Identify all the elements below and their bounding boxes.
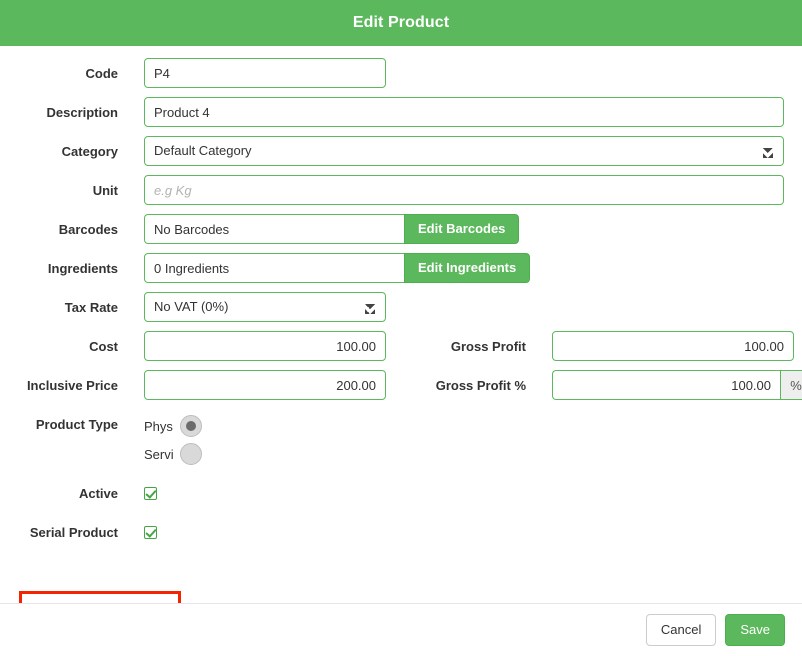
cost-input[interactable]	[144, 331, 386, 361]
product-type-option-physical[interactable]: Phys	[144, 413, 264, 441]
radio-physical[interactable]	[180, 415, 202, 437]
form-row-category: Category Default Category	[0, 136, 802, 166]
unit-input[interactable]	[144, 175, 784, 205]
inclusive-price-label: Inclusive Price	[26, 378, 118, 393]
edit-barcodes-button[interactable]: Edit Barcodes	[404, 214, 520, 244]
category-select[interactable]: Default Category	[144, 136, 784, 166]
tax-rate-select[interactable]: No VAT (0%)	[144, 292, 386, 322]
active-checkbox[interactable]	[144, 487, 157, 500]
unit-label: Unit	[92, 183, 118, 198]
form-row-inclusive-price-gp-percent: Inclusive Price Gross Profit % %	[0, 370, 802, 400]
ingredients-input-group: Edit Ingredients	[144, 253, 531, 283]
form-row-cost-gross-profit: Cost Gross Profit	[0, 331, 802, 361]
cancel-button[interactable]: Cancel	[645, 614, 717, 646]
barcodes-label: Barcodes	[58, 222, 118, 237]
description-input[interactable]	[144, 97, 784, 127]
form-row-barcodes: Barcodes Edit Barcodes	[0, 214, 802, 244]
barcodes-input-group: Edit Barcodes	[144, 214, 520, 244]
category-label: Category	[61, 144, 118, 159]
tax-rate-label: Tax Rate	[64, 300, 118, 315]
barcodes-field-wrap: Edit Barcodes	[144, 214, 520, 244]
serial-product-label: Serial Product	[29, 525, 118, 540]
radio-service[interactable]	[180, 443, 202, 465]
description-field-wrap	[144, 97, 784, 127]
unit-field-wrap	[144, 175, 784, 205]
ingredients-label: Ingredients	[47, 261, 118, 276]
form-row-description: Description	[0, 97, 802, 127]
product-type-physical-label: Phys	[144, 419, 173, 434]
cost-field-wrap	[144, 331, 386, 361]
form-row-active: Active	[0, 478, 802, 501]
product-type-radio-group: Phys Servi	[144, 409, 264, 469]
page-title: Edit Product	[352, 14, 450, 31]
gross-profit-label: Gross Profit	[450, 339, 526, 354]
product-type-label: Product Type	[35, 417, 118, 432]
product-type-option-service[interactable]: Servi	[144, 441, 264, 469]
ingredients-field-wrap: Edit Ingredients	[144, 253, 531, 283]
form-row-tax-rate: Tax Rate No VAT (0%)	[0, 292, 802, 322]
edit-ingredients-button[interactable]: Edit Ingredients	[404, 253, 531, 283]
code-label: Code	[85, 66, 119, 81]
inclusive-price-input[interactable]	[144, 370, 386, 400]
category-field-wrap: Default Category	[144, 136, 784, 166]
gross-profit-percent-label: Gross Profit %	[435, 378, 526, 393]
gross-profit-field-wrap	[552, 331, 794, 361]
form-row-code: Code	[0, 58, 802, 88]
ingredients-input[interactable]	[144, 253, 404, 283]
barcodes-input[interactable]	[144, 214, 404, 244]
edit-product-form: Code Description Category Default Catego…	[0, 46, 802, 626]
form-row-serial-product: Serial Product	[0, 517, 802, 540]
form-row-ingredients: Ingredients Edit Ingredients	[0, 253, 802, 283]
code-input[interactable]	[144, 58, 386, 88]
modal-header: Edit Product	[0, 0, 802, 46]
gross-profit-percent-input-group: %	[552, 370, 802, 400]
active-label: Active	[78, 486, 118, 501]
product-type-service-label: Servi	[144, 447, 174, 462]
description-label: Description	[46, 105, 118, 120]
percent-addon: %	[780, 370, 802, 400]
gross-profit-percent-field-wrap: %	[552, 370, 802, 400]
form-row-unit: Unit	[0, 175, 802, 205]
gross-profit-input[interactable]	[552, 331, 794, 361]
code-field-wrap	[144, 58, 386, 88]
form-row-product-type: Product Type Phys Servi	[0, 409, 802, 469]
modal-footer: Cancel Save	[0, 603, 802, 656]
tax-rate-field-wrap: No VAT (0%)	[144, 292, 386, 322]
cost-label: Cost	[89, 339, 118, 354]
gross-profit-percent-input[interactable]	[552, 370, 780, 400]
save-button[interactable]: Save	[725, 614, 785, 646]
inclusive-price-field-wrap	[144, 370, 386, 400]
serial-product-checkbox[interactable]	[144, 526, 157, 539]
